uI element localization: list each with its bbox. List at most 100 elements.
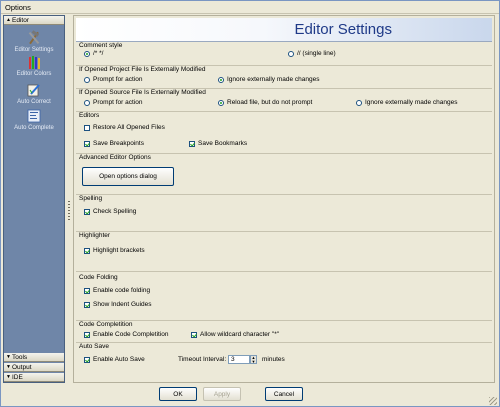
auto-save-group: Auto Save Enable Auto Save Timeout Inter…	[76, 343, 492, 381]
open-options-dialog-button[interactable]: Open options dialog	[82, 167, 174, 186]
sidebar-tab-tools[interactable]: ▼ Tools	[4, 353, 64, 362]
highlight-brackets-checkbox[interactable]: Highlight brackets	[84, 247, 145, 254]
sidebar-item-editor-settings[interactable]: Editor Settings	[4, 30, 64, 53]
radio-label: Prompt for action	[93, 76, 143, 83]
tools-icon	[28, 30, 40, 45]
radio-indicator	[84, 50, 90, 57]
splitter-handle[interactable]	[67, 15, 71, 383]
radio-label: // (single line)	[297, 50, 336, 57]
radio-indicator	[84, 76, 90, 83]
sidebar-item-auto-complete[interactable]: Auto Complete	[4, 108, 64, 131]
radio-indicator	[288, 50, 294, 57]
comment-style-line-radio[interactable]: // (single line)	[288, 50, 336, 57]
enable-code-completion-checkbox[interactable]: Enable Code Completition	[84, 331, 169, 338]
sidebar-tab-label: Tools	[12, 354, 28, 361]
button-label: OK	[173, 390, 183, 398]
sidebar-item-editor-colors[interactable]: Editor Colors	[4, 54, 64, 77]
sidebar-item-label: Editor Settings	[14, 47, 54, 53]
radio-label: Ignore externally made changes	[227, 76, 320, 83]
checkbox-indicator	[84, 301, 90, 308]
checkbox-indicator	[189, 140, 195, 147]
checkbox-label: Restore All Opened Files	[93, 124, 165, 131]
group-title: If Opened Source File Is Externally Modi…	[79, 89, 206, 96]
window-title: Options	[5, 3, 31, 12]
checkbox-label: Highlight brackets	[93, 247, 145, 254]
autocorrect-icon	[27, 84, 40, 97]
checkbox-label: Save Breakpoints	[93, 140, 144, 147]
radio-indicator	[356, 99, 362, 106]
allow-wildcard-checkbox[interactable]: Allow wildcard character "*"	[191, 331, 279, 338]
chevron-up-icon: ▲	[6, 17, 11, 23]
sidebar-item-auto-correct[interactable]: Auto Correct	[4, 82, 64, 105]
comment-style-group: Comment style /* */ // (single line)	[76, 42, 492, 66]
apply-button[interactable]: Apply	[203, 387, 241, 401]
timeout-interval-spinner[interactable]: ▲ ▼	[250, 355, 257, 364]
radio-indicator	[218, 76, 224, 83]
timeout-interval-input[interactable]: 3	[228, 355, 250, 364]
code-folding-group: Code Folding Enable code folding Show In…	[76, 274, 492, 321]
radio-label: Reload file, but do not prompt	[227, 99, 313, 106]
chevron-down-icon: ▼	[6, 364, 11, 370]
checkbox-label: Check Spelling	[93, 208, 137, 215]
checkbox-label: Enable Code Completition	[93, 331, 169, 338]
pencils-icon	[29, 56, 40, 69]
group-title: Editors	[79, 112, 100, 119]
checkbox-indicator	[84, 287, 90, 294]
sidebar-item-label: Auto Complete	[14, 125, 54, 131]
group-title: Comment style	[79, 42, 123, 49]
checkbox-label: Enable code folding	[93, 287, 151, 294]
editors-group: Editors Restore All Opened Files Save Br…	[76, 112, 492, 154]
group-title: If Opened Project File Is Externally Mod…	[79, 66, 206, 73]
sidebar-tab-ide[interactable]: ▼ IDE	[4, 373, 64, 382]
save-breakpoints-checkbox[interactable]: Save Breakpoints	[84, 140, 144, 147]
timeout-interval-label: Timeout Interval:	[178, 356, 227, 363]
checkbox-label: Show Indent Guides	[93, 301, 152, 308]
sidebar: ▲ Editor Editor Settings Editor Colors A…	[3, 15, 65, 383]
cancel-button[interactable]: Cancel	[265, 387, 303, 401]
chevron-down-icon: ▼	[6, 354, 11, 360]
checkbox-indicator	[84, 356, 90, 363]
restore-files-checkbox[interactable]: Restore All Opened Files	[84, 124, 165, 131]
source-prompt-radio[interactable]: Prompt for action	[84, 99, 143, 106]
checkbox-indicator	[191, 331, 197, 338]
radio-label: Prompt for action	[93, 99, 143, 106]
enable-auto-save-checkbox[interactable]: Enable Auto Save	[84, 356, 145, 363]
save-bookmarks-checkbox[interactable]: Save Bookmarks	[189, 140, 247, 147]
group-title: Auto Save	[79, 343, 109, 350]
group-title: Spelling	[79, 195, 103, 202]
sidebar-tab-output[interactable]: ▼ Output	[4, 363, 64, 372]
highlighter-group: Highlighter Highlight brackets	[76, 232, 492, 272]
page-title: Editor Settings	[294, 21, 392, 38]
sidebar-item-label: Editor Colors	[16, 71, 52, 77]
project-modified-group: If Opened Project File Is Externally Mod…	[76, 66, 492, 89]
checkbox-indicator	[84, 331, 90, 338]
group-title: Highlighter	[79, 232, 111, 239]
sidebar-tab-label: IDE	[12, 374, 23, 381]
show-indent-guides-checkbox[interactable]: Show Indent Guides	[84, 301, 152, 308]
check-spelling-checkbox[interactable]: Check Spelling	[84, 208, 136, 215]
button-label: Cancel	[273, 390, 295, 398]
radio-indicator	[218, 99, 224, 106]
sidebar-tab-label: Editor	[12, 17, 29, 24]
checkbox-label: Enable Auto Save	[93, 356, 145, 363]
autocomplete-icon	[27, 109, 41, 123]
comment-style-block-radio[interactable]: /* */	[84, 50, 103, 57]
sidebar-tab-label: Output	[12, 364, 32, 371]
source-ignore-radio[interactable]: Ignore externally made changes	[356, 99, 458, 106]
sidebar-tab-editor[interactable]: ▲ Editor	[4, 16, 64, 25]
settings-panel: Editor Settings Comment style /* */ // (…	[73, 15, 495, 383]
checkbox-label: Save Bookmarks	[198, 140, 248, 147]
group-title: Advanced Editor Options	[79, 154, 151, 161]
group-title: Code Completition	[79, 321, 133, 328]
radio-label: /* */	[93, 50, 104, 57]
project-prompt-radio[interactable]: Prompt for action	[84, 76, 143, 83]
options-window: Options ▲ Editor Editor Settings Editor …	[0, 0, 500, 407]
resize-grip-icon[interactable]	[489, 397, 497, 405]
project-ignore-radio[interactable]: Ignore externally made changes	[218, 76, 320, 83]
timeout-unit-label: minutes	[262, 356, 285, 363]
source-modified-group: If Opened Source File Is Externally Modi…	[76, 89, 492, 112]
ok-button[interactable]: OK	[159, 387, 197, 401]
advanced-options-group: Advanced Editor Options Open options dia…	[76, 154, 492, 195]
source-reload-radio[interactable]: Reload file, but do not prompt	[218, 99, 312, 106]
enable-code-folding-checkbox[interactable]: Enable code folding	[84, 287, 150, 294]
